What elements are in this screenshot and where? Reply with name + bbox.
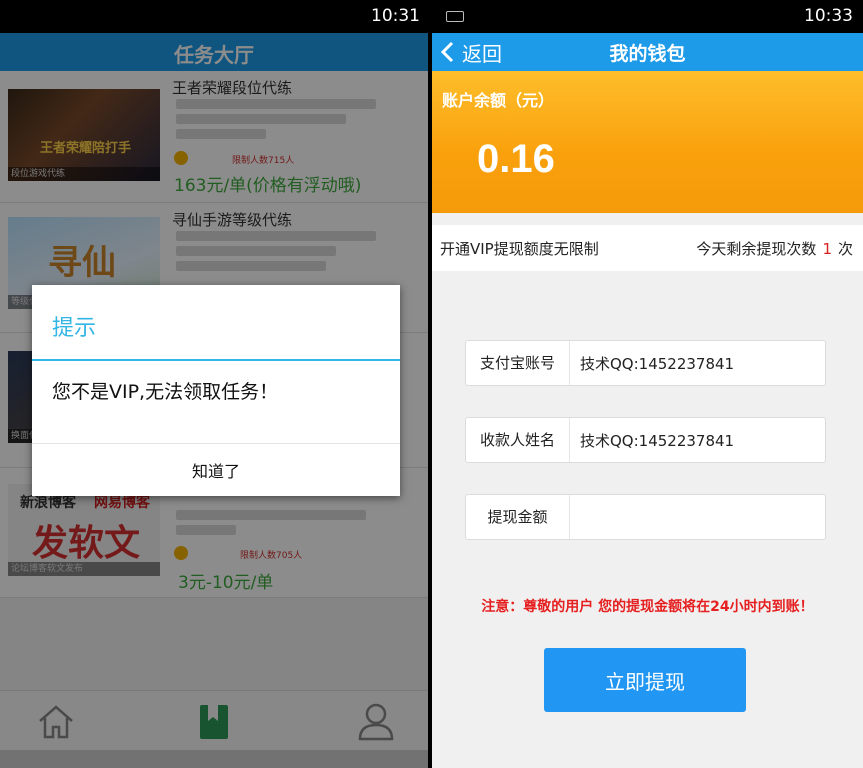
alipay-account-field: 支付宝账号 (465, 340, 826, 386)
payee-name-field: 收款人姓名 (465, 417, 826, 463)
payee-name-input[interactable] (574, 422, 820, 458)
dialog-message: 您不是VIP,无法领取任务！ (52, 381, 279, 403)
withdraw-notice: 注意：尊敬的用户 您的提现金额将在24小时内到账！ (481, 599, 814, 615)
status-bar: 10:31 (0, 0, 428, 33)
status-bar: 10:33 (432, 0, 863, 33)
alert-dialog: 提示 您不是VIP,无法领取任务！ 知道了 (32, 285, 400, 496)
dialog-ok-button[interactable]: 知道了 (32, 444, 400, 496)
quota-suffix: 次 (837, 240, 853, 258)
quota-prefix: 今天剩余提现次数 (696, 240, 817, 258)
app-header: 返回 我的钱包 (432, 33, 863, 71)
withdraw-button[interactable]: 立即提现 (544, 648, 746, 712)
quota-count: 1 (822, 240, 832, 258)
balance-label: 账户余额（元） (442, 91, 555, 110)
wallet-screen: 10:33 返回 我的钱包 账户余额（元） 0.16 开通VIP提现额度无限制 … (432, 0, 863, 768)
field-label: 收款人姓名 (466, 418, 570, 462)
vip-promo-link[interactable]: 开通VIP提现额度无限制 (440, 238, 599, 259)
task-hall-screen: 10:31 任务大厅 王者荣耀陪打手 段位游戏代练 王者荣耀段位代练 限制人数7… (0, 0, 428, 768)
alipay-account-input[interactable] (574, 345, 820, 381)
balance-value: 0.16 (477, 137, 555, 181)
field-label: 提现金额 (466, 495, 570, 539)
field-label: 支付宝账号 (466, 341, 570, 385)
withdraw-amount-input[interactable] (574, 499, 820, 535)
back-label: 返回 (462, 41, 502, 66)
chevron-left-icon (440, 41, 454, 63)
status-time: 10:33 (804, 6, 853, 26)
dialog-title: 提示 (52, 316, 97, 341)
withdraw-info-bar: 开通VIP提现额度无限制 今天剩余提现次数 1 次 (432, 225, 863, 271)
status-time: 10:31 (371, 6, 420, 26)
balance-card: 账户余额（元） 0.16 (432, 71, 863, 213)
keyboard-icon (446, 11, 464, 22)
withdraw-amount-field: 提现金额 (465, 494, 826, 540)
withdraw-quota: 今天剩余提现次数 1 次 (696, 238, 853, 259)
dialog-divider (32, 359, 400, 361)
back-button[interactable]: 返回 (438, 33, 502, 71)
